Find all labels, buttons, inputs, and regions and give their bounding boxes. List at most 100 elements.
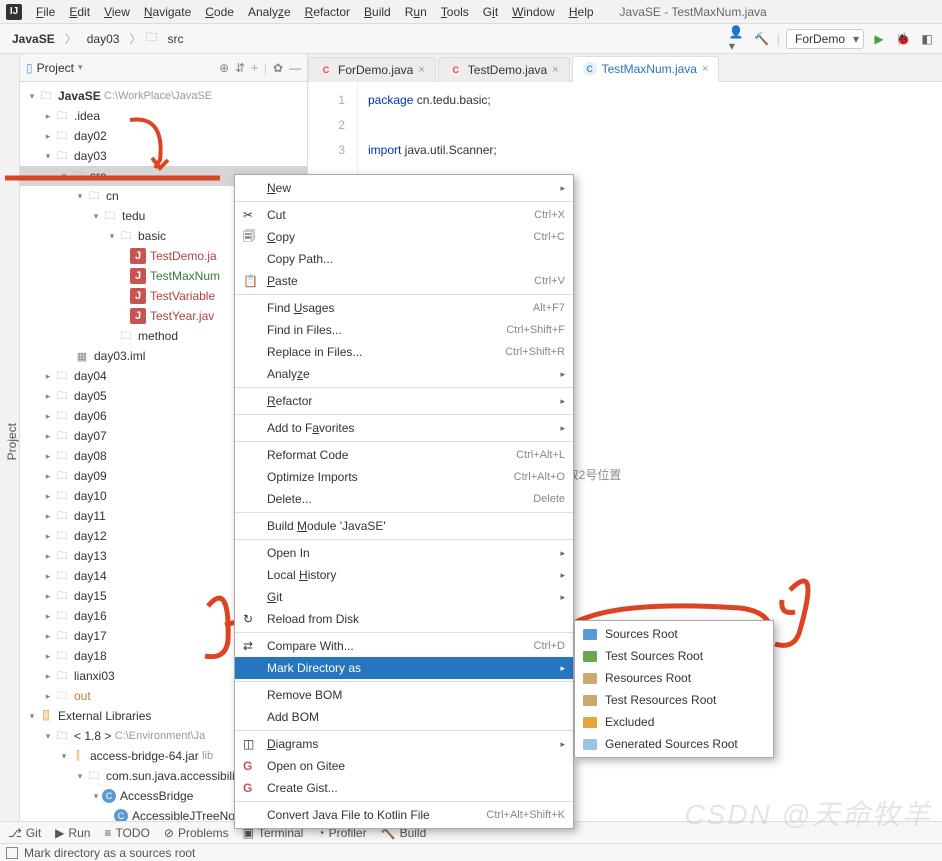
crumb-day[interactable]: day03 [81,30,126,48]
menu-refactor[interactable]: Refactor▸ [235,390,573,412]
menu-copy-path[interactable]: Copy Path... [235,248,573,270]
menu-find-usages[interactable]: Find UsagesAlt+F7 [235,297,573,319]
menu-gitee[interactable]: GOpen on Gitee [235,755,573,777]
watermark: CSDN @天命牧羊 [684,793,932,833]
project-icon: ▯ [26,61,33,75]
bottom-problems[interactable]: ⊘ Problems [164,826,229,840]
menu-edit[interactable]: Edit [63,3,96,21]
tree-day03[interactable]: ▾🗀day03 [20,146,307,166]
debug-icon[interactable]: 🐞 [894,30,912,48]
bottom-run[interactable]: ▶ Run [55,826,90,840]
menu-git[interactable]: Git [477,3,504,21]
submenu-test-resources[interactable]: Test Resources Root [575,689,773,711]
toolbar-right: 👤▾ 🔨 | ForDemo ▶ 🐞 ◧ [729,29,936,49]
menu-open-in[interactable]: Open In▸ [235,542,573,564]
collapse-icon[interactable]: ÷ [251,61,258,75]
menu-window[interactable]: Window [506,3,561,21]
app-icon: IJ [6,4,22,20]
tab-testmaxnum[interactable]: CTestMaxNum.java× [572,56,720,82]
left-tool-strip: Project Structure Favorites [0,54,20,821]
menu-replace-in-files[interactable]: Replace in Files...Ctrl+Shift+R [235,341,573,363]
folder-icon [583,739,597,750]
crumb-src[interactable]: src [161,30,189,48]
menu-find-in-files[interactable]: Find in Files...Ctrl+Shift+F [235,319,573,341]
build-icon[interactable]: 🔨 [753,30,771,48]
window-title: JavaSE - TestMaxNum.java [620,5,767,19]
folder-icon [583,651,597,662]
menu-view[interactable]: View [98,3,136,21]
close-icon[interactable]: × [552,64,558,76]
expand-icon[interactable]: ⇵ [235,61,245,75]
menu-file[interactable]: File [30,3,61,21]
submenu-sources-root[interactable]: Sources Root [575,623,773,645]
bottom-git[interactable]: ⎇ Git [8,826,41,840]
submenu-resources[interactable]: Resources Root [575,667,773,689]
menu-build-module[interactable]: Build Module 'JavaSE' [235,515,573,537]
menubar: File Edit View Navigate Code Analyze Ref… [30,3,600,21]
menu-paste[interactable]: 📋PasteCtrl+V [235,270,573,292]
menu-delete[interactable]: Delete...Delete [235,488,573,510]
run-config-combo[interactable]: ForDemo [786,29,864,49]
select-opened-icon[interactable]: ⊕ [219,61,229,75]
submenu-generated[interactable]: Generated Sources Root [575,733,773,755]
menu-copy[interactable]: 🗐CopyCtrl+C [235,226,573,248]
menu-local-history[interactable]: Local History▸ [235,564,573,586]
close-icon[interactable]: × [418,64,424,76]
menu-favorites[interactable]: Add to Favorites▸ [235,417,573,439]
project-panel-header: ▯ Project ▾ ⊕ ⇵ ÷ | ✿ — [20,54,307,82]
context-menu: New▸ ✂CutCtrl+X 🗐CopyCtrl+C Copy Path...… [234,174,574,829]
menu-help[interactable]: Help [563,3,600,21]
menu-add-bom[interactable]: Add BOM [235,706,573,728]
menu-refactor[interactable]: Refactor [299,3,356,21]
menu-tools[interactable]: Tools [435,3,475,21]
status-icon[interactable] [6,847,18,859]
menu-reload[interactable]: ↻Reload from Disk [235,608,573,630]
hide-icon[interactable]: — [289,61,301,75]
crumb-project[interactable]: JavaSE [6,30,61,48]
folder-icon [583,717,597,728]
tree-day02[interactable]: ▸🗀day02 [20,126,307,146]
folder-icon: 🗀 [145,28,157,49]
menu-reformat[interactable]: Reformat CodeCtrl+Alt+L [235,444,573,466]
mark-directory-submenu: Sources Root Test Sources Root Resources… [574,620,774,758]
titlebar: IJ File Edit View Navigate Code Analyze … [0,0,942,24]
menu-diagrams[interactable]: ◫Diagrams▸ [235,733,573,755]
menu-run[interactable]: Run [399,3,433,21]
gutter-project[interactable]: Project [5,419,19,464]
bottom-todo[interactable]: ≡ TODO [104,826,149,840]
folder-icon [583,629,597,640]
menu-navigate[interactable]: Navigate [138,3,197,21]
tab-fordemo[interactable]: CForDemo.java× [308,57,436,82]
submenu-excluded[interactable]: Excluded [575,711,773,733]
user-icon[interactable]: 👤▾ [729,30,747,48]
menu-new[interactable]: New▸ [235,177,573,199]
editor-tabs: CForDemo.java× CTestDemo.java× CTestMaxN… [308,54,942,82]
menu-optimize[interactable]: Optimize ImportsCtrl+Alt+O [235,466,573,488]
tab-testdemo[interactable]: CTestDemo.java× [438,57,570,82]
coverage-icon[interactable]: ◧ [918,30,936,48]
tree-root[interactable]: ▾🗀JavaSE C:\WorkPlace\JavaSE [20,86,307,106]
breadcrumb: JavaSE 〉 day03 〉 🗀 src [6,28,189,49]
folder-icon [583,673,597,684]
menu-compare[interactable]: ⇄Compare With...Ctrl+D [235,635,573,657]
menu-git[interactable]: Git▸ [235,586,573,608]
menu-analyze[interactable]: Analyze▸ [235,363,573,385]
menu-mark-directory[interactable]: Mark Directory as▸ [235,657,573,679]
submenu-test-sources[interactable]: Test Sources Root [575,645,773,667]
menu-analyze[interactable]: Analyze [242,3,297,21]
menu-gist[interactable]: GCreate Gist... [235,777,573,799]
folder-icon [583,695,597,706]
status-text: Mark directory as a sources root [24,846,195,860]
project-panel-title[interactable]: Project [37,61,74,75]
status-bar: Mark directory as a sources root [0,843,942,861]
menu-build[interactable]: Build [358,3,397,21]
run-icon[interactable]: ▶ [870,30,888,48]
nav-toolbar: JavaSE 〉 day03 〉 🗀 src 👤▾ 🔨 | ForDemo ▶ … [0,24,942,54]
menu-kotlin[interactable]: Convert Java File to Kotlin FileCtrl+Alt… [235,804,573,826]
tree-idea[interactable]: ▸🗀.idea [20,106,307,126]
close-icon[interactable]: × [702,63,708,75]
menu-code[interactable]: Code [199,3,240,21]
menu-remove-bom[interactable]: Remove BOM [235,684,573,706]
settings-icon[interactable]: ✿ [273,61,283,75]
menu-cut[interactable]: ✂CutCtrl+X [235,204,573,226]
